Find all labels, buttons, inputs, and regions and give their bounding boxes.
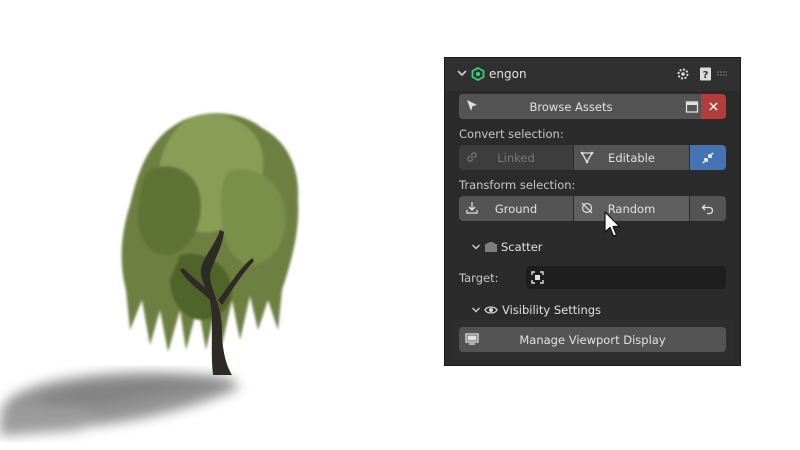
svg-text:?: ? [703,70,709,81]
transform-selection-label: Transform selection: [459,178,576,192]
chevron-down-icon[interactable] [456,67,468,79]
undo-icon [701,204,714,214]
tree-canopy [121,113,299,353]
scatter-subpanel-header[interactable]: Scatter [471,240,671,254]
browse-assets-button[interactable]: Browse Assets [459,94,683,119]
window-icon [685,100,699,113]
ground-icon [466,202,478,214]
eye-icon [484,306,498,314]
scatter-title: Scatter [501,240,543,254]
shrink-button[interactable] [690,145,726,170]
convert-selection-label: Convert selection: [459,127,564,141]
mouse-cursor-icon [604,211,621,237]
ground-button[interactable]: Ground [459,196,573,221]
panel-header[interactable]: engon ? [445,58,740,91]
undo-button[interactable] [690,196,726,221]
help-icon[interactable]: ? [698,66,714,82]
random-button[interactable]: Random [574,196,689,221]
manage-viewport-display-button[interactable]: Manage Viewport Display [459,327,726,352]
monitor-icon [465,333,479,345]
engon-logo-icon [471,67,485,81]
viewport[interactable] [0,0,440,450]
willow-tree-render [0,113,299,436]
target-icon [531,271,544,284]
editable-label: Editable [608,150,655,165]
linked-button[interactable]: Linked [459,145,573,170]
settings-icon[interactable] [675,66,691,82]
target-field[interactable] [526,266,726,289]
tree-shadow [0,372,240,436]
manage-viewport-display-label: Manage Viewport Display [519,332,666,347]
editable-icon [580,151,594,164]
browse-assets-label: Browse Assets [529,99,613,114]
visibility-settings-title: Visibility Settings [502,303,602,317]
drag-grip-icon[interactable] [717,71,727,77]
panel-title: engon [489,67,527,81]
target-label: Target: [459,271,499,285]
close-button[interactable] [701,94,726,119]
close-icon [709,102,718,111]
cursor-arrow-icon [467,100,477,111]
chevron-down-icon[interactable] [471,305,481,315]
ground-label: Ground [494,201,538,216]
random-icon [581,202,593,214]
scatter-icon [485,242,497,252]
editable-button[interactable]: Editable [574,145,689,170]
linked-label: Linked [497,150,535,165]
window-button[interactable] [683,94,701,119]
chevron-down-icon[interactable] [471,242,481,252]
engon-panel: engon ? Browse Assets Convert selection:… [444,57,741,366]
link-icon [467,152,477,162]
visibility-settings-header[interactable]: Visibility Settings [471,303,701,317]
shrink-icon [702,152,714,163]
